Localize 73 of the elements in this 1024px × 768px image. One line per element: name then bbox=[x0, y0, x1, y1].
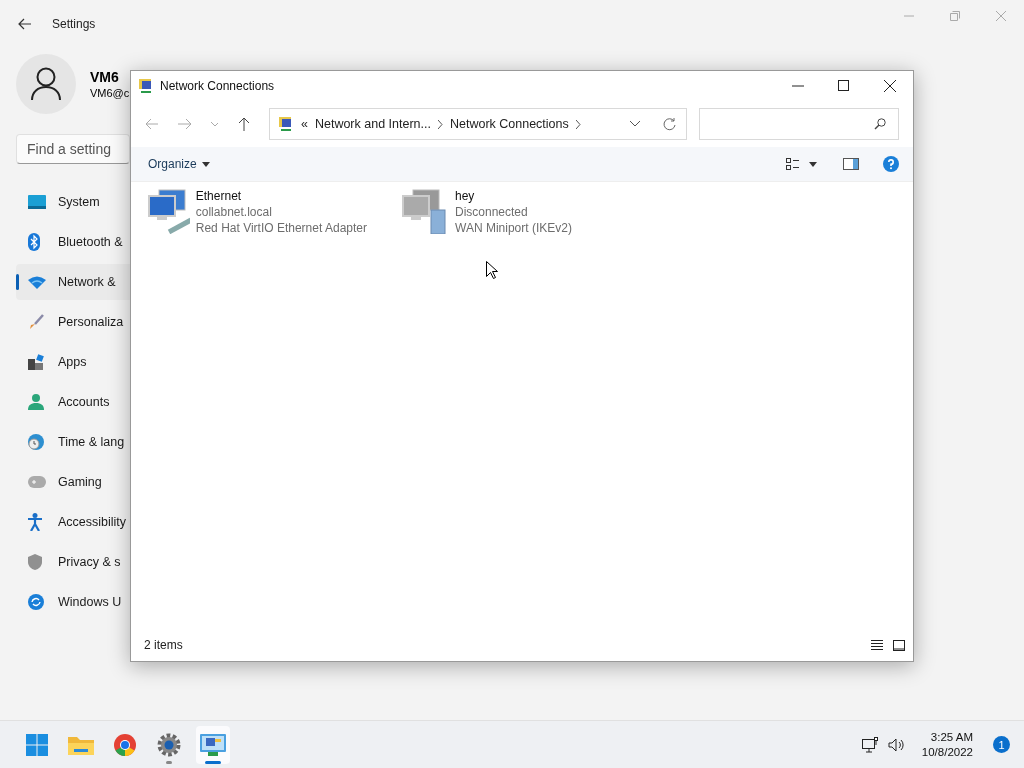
network-folder-icon bbox=[278, 116, 294, 132]
taskbar-app[interactable] bbox=[196, 725, 230, 764]
connection-name: hey bbox=[455, 188, 476, 204]
date: 10/8/2022 bbox=[921, 746, 973, 758]
chevron-right-icon[interactable] bbox=[437, 119, 443, 129]
nav-item[interactable]: Windows U bbox=[16, 584, 130, 620]
refresh-icon[interactable] bbox=[663, 117, 676, 131]
connection-item[interactable]: Ethernet collabnet.local Red Hat VirtIO Ethernet Adapter bbox=[147, 188, 367, 236]
view-options-icon[interactable] bbox=[786, 158, 799, 170]
nav-item[interactable]: Bluetooth & bbox=[16, 224, 130, 260]
brush-icon bbox=[28, 314, 46, 330]
search-icon bbox=[874, 118, 886, 130]
nav-item[interactable]: Apps bbox=[16, 344, 130, 380]
nav-item[interactable]: Privacy & s bbox=[16, 544, 130, 580]
nav-item[interactable]: Personaliza bbox=[16, 304, 130, 340]
computer-server-icon bbox=[401, 188, 449, 234]
network-icon[interactable] bbox=[861, 736, 878, 753]
network-folder-icon bbox=[138, 78, 154, 94]
monitor-icon bbox=[28, 195, 46, 209]
apps-icon bbox=[28, 354, 46, 370]
person-icon bbox=[31, 67, 61, 101]
user-name: VM6 bbox=[90, 69, 120, 85]
gear-icon bbox=[157, 732, 181, 757]
details-view-icon[interactable] bbox=[871, 639, 883, 651]
search-field[interactable]: Find a setting bbox=[16, 134, 130, 164]
preview-pane-icon[interactable] bbox=[843, 158, 859, 170]
folder-icon bbox=[68, 734, 94, 755]
notification-badge[interactable]: 1 bbox=[993, 736, 1010, 753]
maximize-icon[interactable] bbox=[838, 80, 850, 92]
up-icon[interactable] bbox=[238, 117, 249, 131]
nav-item[interactable]: Accounts bbox=[16, 384, 130, 420]
user-email: VM6@c bbox=[90, 87, 130, 99]
globe-clock-icon bbox=[28, 434, 46, 450]
breadcrumb[interactable]: Network and Intern... bbox=[314, 117, 431, 131]
time: 3:25 AM bbox=[930, 731, 973, 743]
connection-status: collabnet.local bbox=[195, 204, 273, 220]
chevron-down-icon[interactable] bbox=[630, 121, 640, 127]
cursor-icon bbox=[486, 261, 498, 279]
item-count: 2 items bbox=[144, 638, 183, 652]
volume-icon[interactable] bbox=[887, 737, 906, 752]
gamepad-icon bbox=[28, 476, 46, 488]
person-icon bbox=[28, 394, 46, 410]
connection-name: Ethernet bbox=[195, 188, 243, 204]
network-connections-icon bbox=[200, 733, 226, 756]
caret-icon bbox=[201, 161, 210, 167]
close-icon[interactable] bbox=[884, 80, 896, 92]
connection-item[interactable]: hey Disconnected WAN Miniport (IKEv2) bbox=[401, 188, 621, 236]
nav-item[interactable]: Accessibility bbox=[16, 504, 130, 540]
window-title: Settings bbox=[52, 17, 96, 31]
address-bar[interactable]: « Network and Intern... Network Connections bbox=[269, 108, 687, 140]
connection-status: Disconnected bbox=[455, 204, 529, 220]
help-icon[interactable] bbox=[883, 156, 899, 172]
window-title: Network Connections bbox=[160, 79, 275, 93]
device-name: Red Hat VirtIO Ethernet Adapter bbox=[195, 220, 367, 236]
organize-button[interactable]: Organize bbox=[148, 157, 210, 171]
update-icon bbox=[28, 594, 46, 610]
device-name: WAN Miniport (IKEv2) bbox=[455, 220, 572, 236]
nav-item[interactable]: Time & lang bbox=[16, 424, 130, 460]
breadcrumb[interactable]: Network Connections bbox=[449, 117, 569, 131]
caret-icon[interactable] bbox=[809, 161, 817, 167]
clock[interactable]: 3:25 AM 10/8/2022 bbox=[921, 731, 973, 758]
overflow-chevron[interactable]: « bbox=[301, 117, 308, 131]
nav-item[interactable]: System bbox=[16, 184, 130, 220]
browser-icon bbox=[114, 733, 136, 756]
nav-item[interactable]: Gaming bbox=[16, 464, 130, 500]
back-icon[interactable] bbox=[18, 18, 32, 30]
wifi-icon bbox=[28, 275, 46, 289]
networked-computers-icon bbox=[147, 188, 190, 234]
chevron-right-icon[interactable] bbox=[575, 119, 581, 129]
search-field[interactable] bbox=[699, 108, 899, 140]
large-icons-view-icon[interactable] bbox=[893, 639, 905, 651]
nav-item[interactable]: Network & bbox=[16, 264, 130, 300]
windows-logo-icon bbox=[26, 733, 48, 756]
